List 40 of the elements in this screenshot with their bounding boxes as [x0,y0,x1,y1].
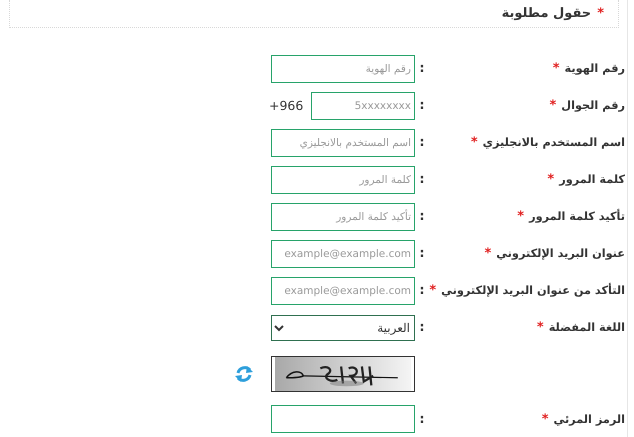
colon-separator: : [419,412,425,426]
field-label: كلمة المرور [559,173,625,186]
input-field[interactable]: example@example.com [271,276,415,304]
required-asterisk: * [552,61,560,76]
colon-separator: : [419,61,425,76]
colon-separator: : [419,283,425,298]
colon-separator: : [419,98,425,113]
field-label: عنوان البريد الإلكتروني [496,247,625,260]
colon-separator: : [419,135,425,150]
required-fields-note: حقول مطلوبة [502,6,592,21]
input-field[interactable]: رقم الهوية [271,54,415,82]
colon-separator: : [419,209,425,224]
country-code: +966 [269,98,304,113]
required-asterisk: * [547,172,554,187]
required-asterisk: * [536,320,544,335]
required-asterisk: * [484,246,492,261]
input-field[interactable] [271,405,415,433]
language-select[interactable]: العربية [271,314,415,340]
input-field[interactable]: example@example.com [271,240,415,268]
field-label: رقم الهوية [564,62,625,75]
required-asterisk: * [470,135,478,150]
field-label: اللغة المفضلة [548,321,625,334]
input-field[interactable]: كلمة المرور [271,166,415,194]
colon-separator: : [419,172,425,187]
required-asterisk: * [542,412,549,426]
colon-separator: : [419,246,425,261]
input-field[interactable]: تأكيد كلمة المرور [271,202,415,230]
field-label: اسم المستخدم بالانجليزي [482,136,625,149]
colon-separator: : [419,320,425,335]
field-label: الرمز المرئي [554,412,625,426]
required-asterisk: * [549,98,556,113]
input-field[interactable]: اسم المستخدم بالانجليزي [271,128,415,156]
field-label: التأكد من عنوان البريد الإلكتروني [441,284,625,297]
field-label: تأكيد كلمة المرور [529,210,625,223]
required-asterisk: * [517,209,524,224]
field-label: رقم الجوال [561,99,625,112]
refresh-icon[interactable] [234,364,254,384]
required-asterisk: * [429,283,436,298]
input-field[interactable]: 5xxxxxxxx [311,92,415,120]
required-asterisk: * [597,6,604,21]
